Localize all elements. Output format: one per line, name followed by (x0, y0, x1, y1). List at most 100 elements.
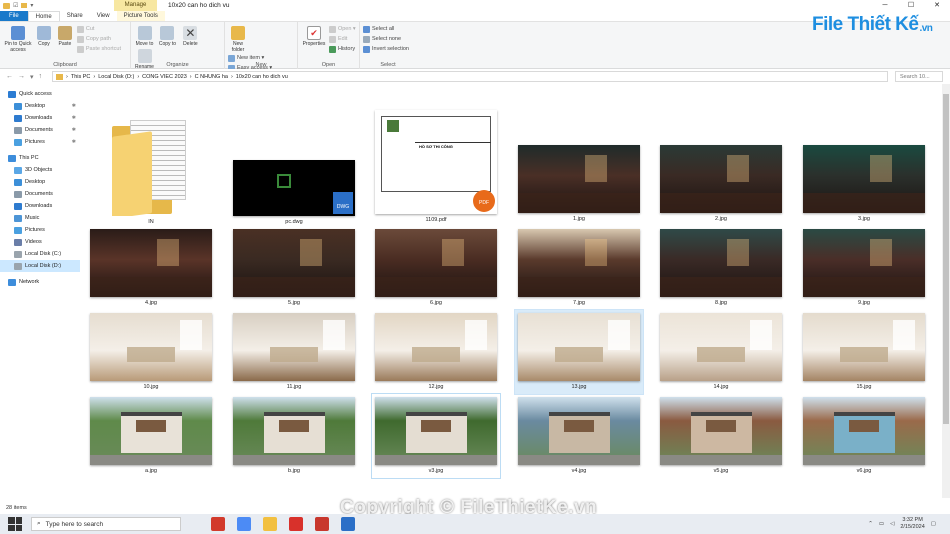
up-arrow-icon[interactable]: ↑ (39, 73, 43, 81)
volume-icon[interactable]: ◁ (890, 521, 894, 527)
taskbar-app-media-app[interactable] (211, 517, 225, 531)
file-item[interactable]: 13.jpg (514, 309, 644, 395)
tab-view[interactable]: View (90, 11, 117, 21)
start-button[interactable] (8, 517, 22, 531)
network-icon[interactable]: ▭ (879, 521, 884, 527)
tab-picture-tools[interactable]: Picture Tools (116, 11, 165, 21)
open-button[interactable]: Open ▾ (328, 24, 356, 34)
file-item[interactable]: 3.jpg (803, 145, 925, 222)
crumb-cong-viec[interactable]: CONG VIEC 2023 (142, 74, 187, 80)
nav-item[interactable]: Downloads ✱ (0, 112, 80, 124)
nav-item[interactable]: Documents (0, 188, 80, 200)
nav-item[interactable]: Local Disk (D:) (0, 260, 80, 272)
chevron-down-icon[interactable]: ▾ (30, 2, 33, 9)
forward-arrow-icon[interactable]: → (18, 73, 25, 81)
clock[interactable]: 3:32 PM 2/15/2024 (900, 517, 924, 531)
file-item[interactable]: v4.jpg (518, 397, 640, 474)
copy-button[interactable]: Copy (35, 24, 53, 47)
nav-item[interactable]: Music (0, 212, 80, 224)
back-arrow-icon[interactable]: ← (6, 73, 13, 81)
nav-item[interactable]: Desktop (0, 176, 80, 188)
properties-button[interactable]: ✔ Properties (301, 24, 327, 47)
nav-item[interactable]: Downloads (0, 200, 80, 212)
file-item[interactable]: IN (90, 116, 212, 225)
file-item[interactable]: 12.jpg (375, 313, 497, 390)
paste-shortcut-button[interactable]: Paste shortcut (76, 44, 121, 54)
properties-icon[interactable]: ☑ (13, 2, 18, 9)
nav-item[interactable]: Quick access (0, 88, 80, 100)
taskbar-app-app-blue[interactable] (341, 517, 355, 531)
pin-quick-access-button[interactable]: Pin to Quick access (3, 24, 33, 53)
nav-item[interactable]: This PC (0, 152, 80, 164)
scrollbar[interactable] (942, 84, 950, 498)
interior-window (870, 155, 893, 183)
new-folder-icon[interactable] (21, 3, 28, 8)
file-item[interactable]: v3.jpg (371, 393, 501, 479)
delete-button[interactable]: ✕ Delete (180, 24, 201, 47)
search-input[interactable]: Search 10... (895, 71, 943, 82)
copy-to-button[interactable]: Copy to (157, 24, 178, 47)
nav-item[interactable]: Desktop ✱ (0, 100, 80, 112)
file-item[interactable]: 11.jpg (233, 313, 355, 390)
taskbar-app-chrome[interactable] (237, 517, 251, 531)
nav-item[interactable]: Network (0, 276, 80, 288)
new-folder-button[interactable]: New folder (228, 24, 248, 53)
nav-item[interactable]: Pictures ✱ (0, 136, 80, 148)
select-none-button[interactable]: Select none (363, 34, 409, 44)
file-item[interactable]: a.jpg (90, 397, 212, 474)
taskbar-app-file-explorer[interactable] (263, 517, 277, 531)
house-window (279, 420, 309, 433)
file-item[interactable]: 5.jpg (233, 229, 355, 306)
manage-context-tab[interactable]: Manage (114, 0, 157, 11)
cut-button[interactable]: Cut (76, 24, 121, 34)
file-item[interactable]: v5.jpg (660, 397, 782, 474)
file-item[interactable]: 10.jpg (90, 313, 212, 390)
breadcrumb[interactable]: › This PC › Local Disk (D:) › CONG VIEC 20… (52, 71, 888, 82)
copy-path-button[interactable]: Copy path (76, 34, 121, 44)
crumb-c-nhung[interactable]: C NHUNG ha (195, 74, 228, 80)
crumb-local-disk[interactable]: Local Disk (D:) (98, 74, 134, 80)
maximize-button[interactable]: ☐ (898, 0, 924, 11)
window-title: 10x20 can ho dich vu (168, 2, 230, 9)
file-item[interactable]: 8.jpg (660, 229, 782, 306)
interior-window (727, 155, 750, 183)
file-item[interactable]: 7.jpg (518, 229, 640, 306)
chevron-up-icon[interactable]: ⌃ (868, 521, 873, 527)
tab-home[interactable]: Home (27, 11, 60, 21)
select-all-button[interactable]: Select all (363, 24, 409, 34)
nav-item[interactable]: Documents ✱ (0, 124, 80, 136)
taskbar-app-acrobat[interactable] (289, 517, 303, 531)
file-item[interactable]: 14.jpg (660, 313, 782, 390)
file-item[interactable]: b.jpg (233, 397, 355, 474)
move-to-button[interactable]: Move to (134, 24, 155, 47)
taskbar-app-autocad[interactable] (315, 517, 329, 531)
file-item[interactable]: 15.jpg (803, 313, 925, 390)
file-item[interactable]: HỒ SƠ THI CÔNG PDF 1109.pdf (375, 110, 497, 223)
scrollbar-thumb[interactable] (943, 94, 949, 424)
house-facade (548, 411, 610, 453)
file-item[interactable]: 2.jpg (660, 145, 782, 222)
notification-icon[interactable]: ▢ (931, 521, 936, 527)
crumb-current[interactable]: 10x20 can ho dich vu (236, 74, 288, 80)
nav-item[interactable]: Pictures (0, 224, 80, 236)
file-item[interactable]: 4.jpg (90, 229, 212, 306)
crumb-this-pc[interactable]: This PC (71, 74, 91, 80)
tab-share[interactable]: Share (60, 11, 90, 21)
close-button[interactable]: ✕ (924, 0, 950, 11)
file-item[interactable]: 9.jpg (803, 229, 925, 306)
edit-button[interactable]: Edit (328, 34, 356, 44)
file-item[interactable]: DWG pc.dwg (233, 160, 355, 225)
nav-item[interactable]: 3D Objects (0, 164, 80, 176)
tab-file[interactable]: File (0, 11, 28, 21)
file-item[interactable]: 6.jpg (375, 229, 497, 306)
invert-selection-button[interactable]: Invert selection (363, 44, 409, 54)
taskbar-search-input[interactable]: ⌕ Type here to search (31, 517, 181, 531)
nav-item[interactable]: Local Disk (C:) (0, 248, 80, 260)
recent-chevron-icon[interactable]: ▾ (30, 73, 34, 81)
history-button[interactable]: History (328, 44, 356, 54)
minimize-button[interactable]: ─ (872, 0, 898, 11)
file-item[interactable]: 1.jpg (518, 145, 640, 222)
paste-button[interactable]: Paste (55, 24, 75, 47)
file-item[interactable]: v6.jpg (803, 397, 925, 474)
nav-item[interactable]: Videos (0, 236, 80, 248)
